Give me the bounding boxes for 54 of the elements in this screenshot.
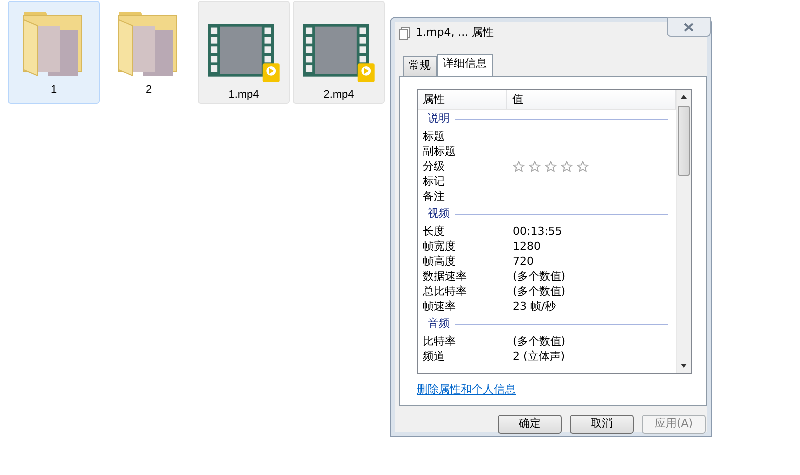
file-item[interactable]: 2	[103, 1, 195, 104]
video-thumbnail-icon	[206, 24, 282, 82]
star-icon	[561, 161, 573, 173]
file-name: 2.mp4	[324, 88, 354, 102]
video-thumbnail-icon	[301, 24, 377, 82]
tab[interactable]: 详细信息	[437, 54, 493, 76]
scroll-thumb[interactable]	[678, 106, 690, 176]
property-value: 2 (立体声)	[513, 348, 566, 365]
property-name: 数据速率	[423, 268, 468, 285]
dialog-button[interactable]: 确定	[498, 414, 562, 434]
property-name: 帧宽度	[423, 238, 457, 255]
property-name: 帧速率	[423, 298, 457, 315]
property-name: 比特率	[423, 334, 457, 350]
document-icon	[399, 26, 411, 40]
property-value: 00:13:55	[513, 224, 562, 240]
property-name: 总比特率	[423, 284, 468, 300]
star-icon	[513, 161, 525, 173]
tab[interactable]: 常规	[403, 56, 437, 76]
file-item[interactable]: 2.mp4	[293, 1, 385, 104]
scroll-up-icon[interactable]	[681, 94, 687, 98]
scroll-down-icon[interactable]	[681, 364, 687, 368]
column-header[interactable]: 属性	[418, 90, 508, 108]
group-heading: 说明	[428, 111, 450, 128]
file-name: 1.mp4	[228, 88, 260, 102]
property-value: (多个数值)	[513, 284, 566, 300]
file-item[interactable]: 1	[8, 1, 100, 104]
property-value: 720	[513, 254, 534, 270]
close-icon	[684, 22, 694, 32]
rating-stars[interactable]	[513, 161, 589, 173]
close-button[interactable]	[667, 17, 711, 37]
star-icon	[529, 161, 541, 173]
property-name: 备注	[423, 188, 446, 205]
property-name: 长度	[423, 224, 446, 240]
dialog-button[interactable]: 取消	[570, 414, 634, 434]
file-name: 1	[50, 83, 58, 98]
property-name: 标题	[423, 128, 446, 145]
window-title: 1.mp4, ... 属性	[416, 24, 494, 41]
group-heading: 音频	[428, 316, 450, 332]
star-icon	[545, 161, 557, 173]
property-value: (多个数值)	[513, 268, 566, 285]
property-value: 1280	[513, 238, 541, 255]
star-icon	[577, 161, 589, 173]
property-name: 标记	[423, 174, 446, 190]
property-value: 23 帧/秒	[513, 298, 556, 315]
file-item[interactable]: 1.mp4	[198, 1, 290, 104]
property-name: 副标题	[423, 144, 457, 160]
property-value: (多个数值)	[513, 334, 566, 350]
group-heading: 视频	[428, 206, 450, 222]
property-name: 帧高度	[423, 254, 457, 270]
property-name: 频道	[423, 348, 446, 365]
remove-properties-link[interactable]: 删除属性和个人信息	[417, 382, 516, 398]
property-name: 分级	[423, 158, 446, 175]
scrollbar[interactable]	[676, 90, 691, 372]
file-name: 2	[146, 83, 152, 98]
